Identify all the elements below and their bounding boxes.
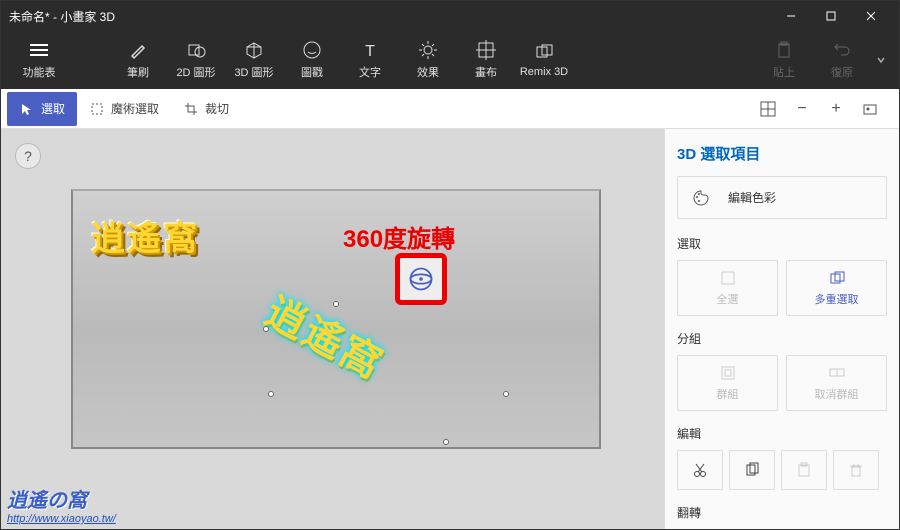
canvas-area[interactable]: ? 逍遙窩 360度旋轉 逍遙窩 逍遙の窩 http://www.xiaoyao… [1, 129, 664, 529]
ribbon-remix[interactable]: Remix 3D [515, 33, 573, 87]
tab-magic-select[interactable]: 魔術選取 [77, 92, 171, 126]
section-flip-label: 翻轉 [677, 504, 887, 521]
zoom-in-button[interactable]: + [819, 92, 853, 126]
select-all-icon [719, 269, 737, 287]
canvas-icon [476, 40, 496, 60]
delete-button[interactable] [833, 450, 879, 490]
sticker-icon [302, 40, 322, 60]
text-icon: T [360, 40, 380, 60]
ribbon-effects[interactable]: 效果 [399, 33, 457, 87]
side-panel: 3D 選取項目 編輯色彩 選取 全選 多重選取 分組 [664, 129, 899, 529]
ribbon-paste[interactable]: 貼上 [755, 33, 813, 87]
tile-ungroup[interactable]: 取消群組 [786, 355, 887, 411]
remix-icon [534, 42, 554, 62]
panel-title: 3D 選取項目 [677, 139, 887, 176]
section-group-label: 分組 [677, 330, 887, 347]
tile-select-all[interactable]: 全選 [677, 260, 778, 316]
canvas-3d-text-2[interactable]: 逍遙窩 [257, 280, 395, 390]
paste-button[interactable] [781, 450, 827, 490]
tile-multi-select[interactable]: 多重選取 [786, 260, 887, 316]
section-edit-label: 編輯 [677, 425, 887, 442]
ribbon-text[interactable]: T文字 [341, 33, 399, 87]
rotate-3d-icon [407, 265, 435, 293]
svg-text:T: T [365, 43, 375, 60]
tab-select[interactable]: 選取 [7, 92, 77, 126]
group-icon [719, 364, 737, 382]
magic-select-icon [89, 101, 105, 117]
paste-icon [796, 462, 812, 478]
paste-icon [774, 40, 794, 60]
canvas[interactable]: 逍遙窩 360度旋轉 逍遙窩 [71, 189, 601, 449]
menu-icon [29, 40, 49, 60]
undo-icon [832, 40, 852, 60]
selection-handle[interactable] [333, 301, 339, 307]
rotate-3d-handle[interactable] [395, 253, 447, 305]
watermark: 逍遙の窩 http://www.xiaoyao.tw/ [7, 484, 116, 525]
copy-button[interactable] [729, 450, 775, 490]
multi-select-icon [828, 269, 846, 287]
watermark-url: http://www.xiaoyao.tw/ [7, 513, 116, 525]
sub-toolbar: 選取 魔術選取 裁切 − + [1, 89, 899, 129]
zoom-out-button[interactable]: − [785, 92, 819, 126]
help-button[interactable]: ? [15, 143, 41, 169]
selection-handle[interactable] [268, 391, 274, 397]
cursor-icon [19, 101, 35, 117]
brush-icon [128, 40, 148, 60]
title-bar: 未命名* - 小畫家 3D [1, 1, 899, 31]
trash-icon [848, 462, 864, 478]
tab-crop[interactable]: 裁切 [171, 92, 241, 126]
ribbon-brush[interactable]: 筆刷 [109, 33, 167, 87]
shape3d-icon [244, 40, 264, 60]
cut-button[interactable] [677, 450, 723, 490]
ribbon-undo[interactable]: 復原 [813, 33, 871, 87]
selection-handle[interactable] [503, 391, 509, 397]
ribbon-sticker[interactable]: 圖戳 [283, 33, 341, 87]
cut-icon [692, 462, 708, 478]
menu-button[interactable]: 功能表 [9, 33, 69, 87]
shape2d-icon [186, 40, 206, 60]
close-button[interactable] [851, 1, 891, 31]
canvas-3d-text-1[interactable]: 逍遙窩 [91, 211, 199, 260]
ribbon-more[interactable] [871, 55, 891, 65]
ribbon-2d[interactable]: 2D 圖形 [167, 33, 225, 87]
crop-icon [183, 101, 199, 117]
ribbon-3d[interactable]: 3D 圖形 [225, 33, 283, 87]
ribbon-canvas[interactable]: 畫布 [457, 33, 515, 87]
maximize-button[interactable] [811, 1, 851, 31]
ribbon: 功能表 筆刷 2D 圖形 3D 圖形 圖戳 T文字 效果 畫布 Remix 3D… [1, 31, 899, 89]
effects-icon [418, 40, 438, 60]
palette-icon [692, 189, 710, 207]
copy-icon [744, 462, 760, 478]
edit-color-button[interactable]: 編輯色彩 [677, 176, 887, 219]
selection-handle[interactable] [263, 326, 269, 332]
selection-handle[interactable] [443, 439, 449, 445]
menu-label: 功能表 [23, 64, 56, 80]
section-select-label: 選取 [677, 235, 887, 252]
minimize-button[interactable] [771, 1, 811, 31]
ungroup-icon [828, 364, 846, 382]
watermark-title: 逍遙の窩 [7, 484, 116, 513]
window-title: 未命名* - 小畫家 3D [9, 8, 771, 25]
view-3d-button[interactable] [853, 92, 887, 126]
tile-group[interactable]: 群組 [677, 355, 778, 411]
annotation-text: 360度旋轉 [343, 219, 455, 254]
grid-button[interactable] [751, 92, 785, 126]
